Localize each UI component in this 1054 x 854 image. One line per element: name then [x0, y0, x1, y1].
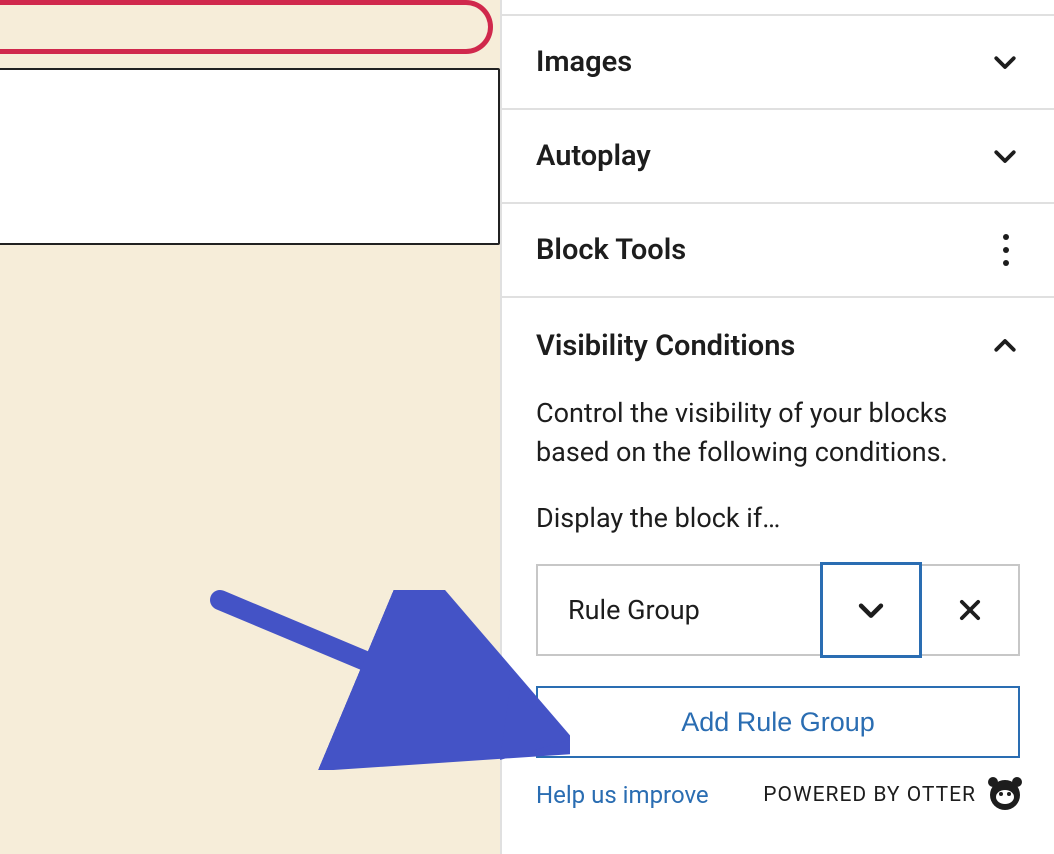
panel-label-visibility: Visibility Conditions — [536, 329, 795, 363]
powered-by-otter: POWERED BY OTTER — [763, 780, 1020, 810]
panel-label-block-tools: Block Tools — [536, 233, 686, 267]
panel-images[interactable]: Images — [502, 16, 1054, 110]
editor-block[interactable] — [0, 68, 500, 245]
panel-block-tools[interactable]: Block Tools — [502, 204, 1054, 298]
rule-group-label: Rule Group — [568, 594, 700, 626]
panel-divider-top — [502, 0, 1054, 16]
editor-canvas — [0, 0, 500, 854]
panel-label-images: Images — [536, 45, 632, 79]
rule-group-remove-button[interactable] — [922, 564, 1020, 656]
visibility-subhead: Display the block if… — [536, 502, 1020, 534]
help-us-improve-link[interactable]: Help us improve — [536, 781, 709, 809]
add-rule-group-label: Add Rule Group — [681, 707, 875, 738]
panel-label-autoplay: Autoplay — [536, 139, 651, 173]
otter-icon — [990, 780, 1020, 810]
visibility-panel-content: Control the visibility of your blocks ba… — [502, 394, 1054, 834]
rule-group-expand-button[interactable] — [820, 562, 922, 658]
kebab-menu-icon[interactable] — [992, 228, 1020, 272]
chevron-down-icon — [990, 47, 1020, 77]
selected-block-outline[interactable] — [0, 0, 493, 54]
inspector-sidebar: Images Autoplay Block Tools Visibility C… — [500, 0, 1054, 854]
panel-autoplay[interactable]: Autoplay — [502, 110, 1054, 204]
visibility-footer: Help us improve POWERED BY OTTER — [536, 780, 1020, 810]
chevron-up-icon — [990, 331, 1020, 361]
add-rule-group-button[interactable]: Add Rule Group — [536, 686, 1020, 758]
chevron-down-icon — [854, 593, 888, 627]
chevron-down-icon — [990, 141, 1020, 171]
visibility-description: Control the visibility of your blocks ba… — [536, 394, 1020, 472]
powered-by-text: POWERED BY OTTER — [763, 783, 976, 807]
rule-group-select[interactable]: Rule Group — [536, 564, 822, 656]
close-icon — [956, 596, 984, 624]
panel-visibility-conditions[interactable]: Visibility Conditions — [502, 298, 1054, 394]
rule-group-row: Rule Group — [536, 564, 1020, 656]
